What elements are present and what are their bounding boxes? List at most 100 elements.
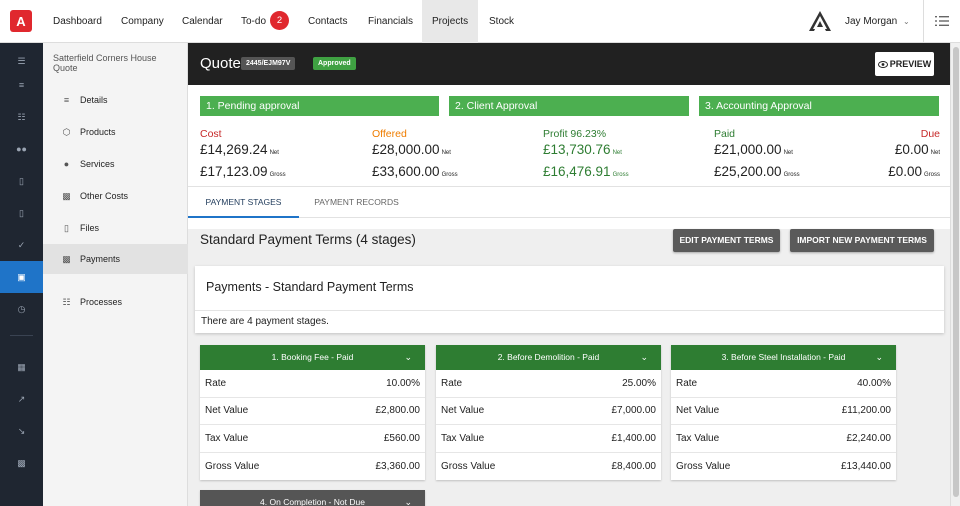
- top-nav: A Dashboard Company Calendar To-do 2 Cont…: [0, 0, 960, 43]
- stage-tax-value: £1,400.00: [611, 432, 657, 444]
- sidebar-item-label: Payments: [80, 254, 121, 264]
- cost-net-value: £14,269.24: [200, 142, 268, 157]
- people-icon[interactable]: ●●: [0, 133, 43, 165]
- stage-tax-value: £560.00: [383, 432, 420, 444]
- profit-gross-value: £16,476.91: [543, 164, 611, 179]
- row-label: Rate: [676, 377, 698, 389]
- sidebar-item-details[interactable]: ≡ Details: [43, 85, 188, 115]
- sidebar-item-label: Files: [80, 223, 100, 233]
- nav-company[interactable]: Company: [111, 0, 174, 43]
- row-label: Net Value: [441, 405, 485, 417]
- check-icon[interactable]: ✓: [0, 229, 43, 261]
- nav-dashboard[interactable]: Dashboard: [43, 0, 112, 43]
- money-icon[interactable]: ▩: [0, 447, 43, 479]
- stage-gross-value: £3,360.00: [375, 460, 421, 472]
- cost-label: Cost: [200, 128, 222, 140]
- profit-net-value: £13,730.76: [543, 142, 611, 157]
- dashboard-icon[interactable]: ▦: [0, 351, 43, 383]
- due-net-value: £0.00: [894, 142, 929, 157]
- scrollbar[interactable]: [950, 43, 960, 506]
- edit-payment-terms-button[interactable]: EDIT PAYMENT TERMS: [673, 229, 780, 252]
- todo-count-badge: 2: [270, 10, 290, 30]
- row-label: Net Value: [205, 405, 249, 417]
- preview-button[interactable]: PREVIEW: [875, 52, 934, 76]
- sidebar-item-other-costs[interactable]: ▩ Other Costs: [43, 181, 188, 211]
- list-icon: ≡: [63, 95, 70, 105]
- nav-stock[interactable]: Stock: [479, 0, 524, 43]
- tab-payment-records[interactable]: PAYMENT RECORDS: [299, 187, 414, 218]
- paid-gross-value: £25,200.00: [714, 164, 782, 179]
- org-chart-icon[interactable]: ☷: [0, 101, 43, 133]
- sidebar-item-products[interactable]: ⬡ Products: [43, 117, 188, 147]
- stage-rate: 25.00%: [622, 377, 656, 389]
- list-icon[interactable]: ≡: [0, 69, 43, 101]
- row-label: Net Value: [676, 405, 720, 417]
- document-icon[interactable]: ▯: [0, 197, 43, 229]
- gross-suffix: Gross: [441, 172, 458, 178]
- trending-up-icon[interactable]: ↗: [0, 383, 43, 415]
- tab-payment-stages[interactable]: PAYMENT STAGES: [188, 187, 299, 218]
- nav-divider: [923, 0, 924, 43]
- sidebar-item-processes[interactable]: ☷ Processes: [43, 287, 188, 317]
- approval-stage-1: 1. Pending approval: [200, 96, 439, 116]
- project-name: Satterfield Corners House Quote: [53, 53, 157, 73]
- cost-gross-value: £17,123.09: [200, 164, 268, 179]
- sidebar-item-label: Details: [80, 95, 108, 105]
- stage-header[interactable]: 1. Booking Fee - Paid ⌄: [200, 345, 425, 370]
- net-suffix: Net: [783, 150, 793, 156]
- stage-gross-value: £8,400.00: [611, 460, 657, 472]
- import-payment-terms-button[interactable]: IMPORT NEW PAYMENT TERMS: [790, 229, 934, 252]
- stage-header[interactable]: 3. Before Steel Installation - Paid ⌄: [671, 345, 896, 370]
- scroll-thumb[interactable]: [953, 47, 959, 497]
- sidebar-item-services[interactable]: ● Services: [43, 149, 188, 179]
- payment-stage-card: 1. Booking Fee - Paid ⌄ Rate 10.00% Net Va…: [200, 345, 425, 480]
- user-name[interactable]: Jay Morgan: [845, 0, 897, 43]
- sidebar-item-payments[interactable]: ▩ Payments: [43, 244, 188, 274]
- list-icon[interactable]: [935, 14, 949, 28]
- cart-icon[interactable]: ▣: [0, 261, 43, 293]
- trending-down-icon[interactable]: ↘: [0, 415, 43, 447]
- chevron-down-icon[interactable]: ⌄: [404, 345, 412, 370]
- stage-title: 4. On Completion - Not Due: [260, 497, 365, 506]
- profit-summary: Profit 96.23% £13,730.76 Net £16,476.91 Gr…: [543, 128, 629, 184]
- nav-todo[interactable]: To-do 2: [231, 0, 299, 43]
- payment-stage-card: 4. On Completion - Not Due ⌄: [200, 490, 425, 506]
- nav-contacts[interactable]: Contacts: [298, 0, 357, 43]
- offered-label: Offered: [372, 128, 407, 140]
- app-logo[interactable]: A: [10, 10, 32, 32]
- document-icon[interactable]: ▯: [0, 165, 43, 197]
- rail-divider: [10, 335, 33, 336]
- cost-summary: Cost £14,269.24 Net £17,123.09 Gross: [200, 128, 286, 184]
- nav-financials[interactable]: Financials: [358, 0, 423, 43]
- chevron-down-icon[interactable]: ⌄: [640, 345, 648, 370]
- due-label: Due: [920, 128, 940, 140]
- nav-calendar[interactable]: Calendar: [172, 0, 233, 43]
- chevron-down-icon[interactable]: ⌄: [903, 0, 910, 43]
- payment-terms-card: Payments - Standard Payment Terms There …: [195, 266, 944, 333]
- money-icon: ▩: [62, 190, 71, 201]
- stage-title: 3. Before Steel Installation - Paid: [721, 352, 846, 362]
- row-label: Rate: [441, 377, 463, 389]
- stage-header[interactable]: 4. On Completion - Not Due ⌄: [200, 490, 425, 506]
- sidebar-item-files[interactable]: ▯ Files: [43, 213, 188, 243]
- project-sidebar: Satterfield Corners House Quote ≡ Details…: [43, 43, 188, 506]
- stage-gross-value: £13,440.00: [840, 460, 891, 472]
- offered-summary: Offered £28,000.00 Net £33,600.00 Gross: [372, 128, 458, 184]
- stage-net-value: £7,000.00: [611, 405, 657, 417]
- row-label: Rate: [205, 377, 227, 389]
- stage-title: 2. Before Demolition - Paid: [497, 352, 600, 362]
- stage-rate: 40.00%: [857, 377, 891, 389]
- chevron-down-icon[interactable]: ⌄: [875, 345, 883, 370]
- box-icon: ⬡: [62, 126, 71, 137]
- file-icon: ▯: [64, 222, 69, 233]
- clock-icon[interactable]: ◷: [0, 293, 43, 325]
- chevron-down-icon[interactable]: ⌄: [404, 490, 412, 506]
- company-logo-icon: [809, 11, 831, 31]
- net-suffix: Net: [441, 150, 451, 156]
- nav-projects[interactable]: Projects: [422, 0, 479, 43]
- person-icon: ●: [63, 159, 70, 169]
- profit-label: Profit 96.23%: [543, 128, 607, 140]
- stage-header[interactable]: 2. Before Demolition - Paid ⌄: [436, 345, 661, 370]
- quote-header: Quote 2445/EJM97V Approved PREVIEW: [188, 43, 950, 85]
- preview-label: PREVIEW: [889, 59, 932, 69]
